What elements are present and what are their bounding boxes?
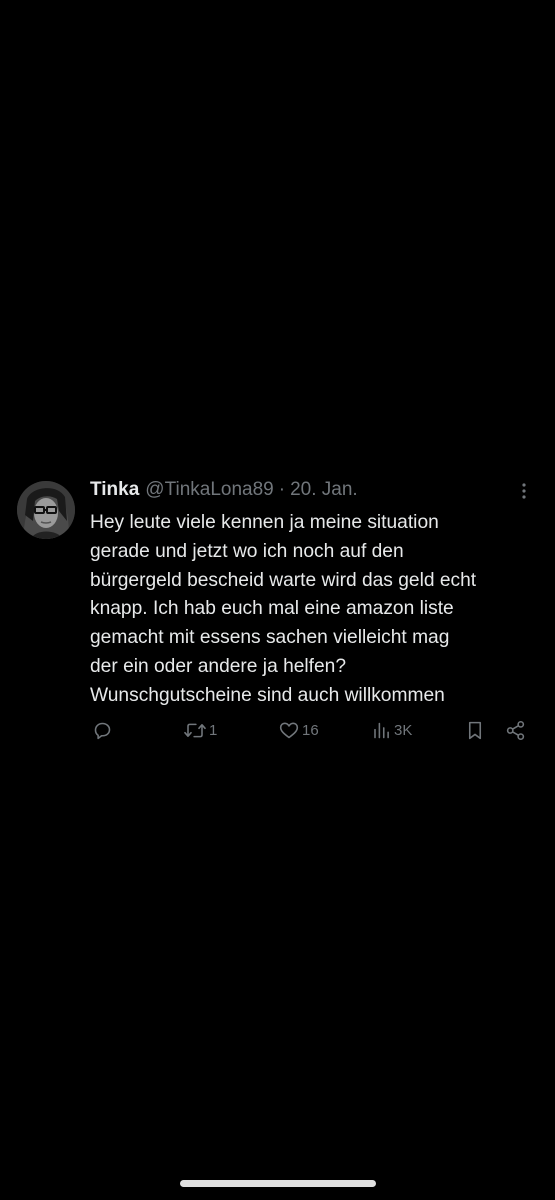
tweet-content: Tinka @TinkaLona89 · 20. Jan. Hey leute … xyxy=(90,472,538,740)
more-options-icon[interactable] xyxy=(516,482,532,500)
like-count: 16 xyxy=(302,721,319,739)
share-icon xyxy=(506,720,525,740)
home-indicator[interactable] xyxy=(180,1180,376,1187)
tweet-date[interactable]: 20. Jan. xyxy=(290,479,358,501)
views-icon xyxy=(374,722,389,738)
retweet-button[interactable]: 1 xyxy=(183,715,217,745)
author-handle[interactable]: @TinkaLona89 xyxy=(145,479,273,501)
like-button[interactable]: 16 xyxy=(278,715,319,745)
heart-icon xyxy=(279,722,299,738)
bookmark-icon xyxy=(468,721,482,739)
reply-icon xyxy=(94,722,111,739)
separator-dot: · xyxy=(278,479,286,500)
tweet-actions: 1 16 3K xyxy=(90,715,538,745)
tweet-text: Hey leute viele kennen ja meine situatio… xyxy=(90,512,477,706)
views-button[interactable]: 3K xyxy=(372,715,412,745)
retweet-count: 1 xyxy=(209,721,218,739)
reply-button[interactable] xyxy=(92,715,113,745)
share-button[interactable] xyxy=(505,715,526,745)
bookmark-button[interactable] xyxy=(466,715,484,745)
author-name[interactable]: Tinka xyxy=(90,479,139,501)
views-count: 3K xyxy=(394,721,413,739)
tweet-header: Tinka @TinkaLona89 · 20. Jan. xyxy=(90,472,538,508)
avatar-image xyxy=(17,481,75,539)
avatar[interactable] xyxy=(17,481,75,539)
retweet-icon xyxy=(184,723,206,737)
